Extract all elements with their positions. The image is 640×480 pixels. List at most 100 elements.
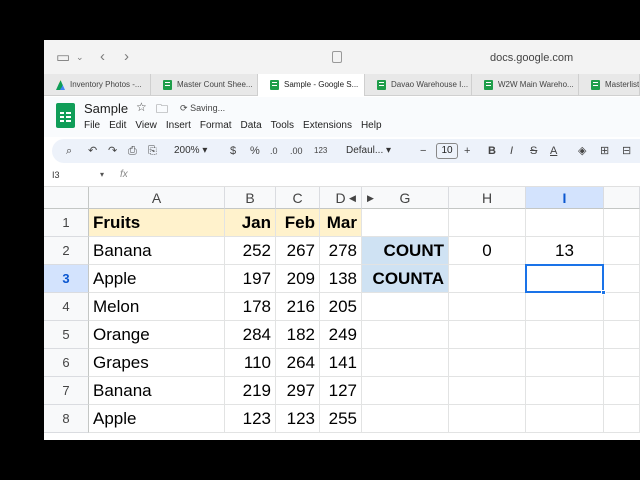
cell-b1[interactable]: Jan: [225, 209, 276, 237]
address-bar[interactable]: docs.google.com: [332, 48, 632, 68]
search-icon[interactable]: ⌕: [66, 143, 72, 159]
cell-a7[interactable]: Banana: [89, 377, 225, 405]
cell-i6[interactable]: [526, 349, 604, 377]
hidden-columns-right-icon[interactable]: ▶: [367, 193, 374, 204]
cell-a1[interactable]: Fruits: [89, 209, 225, 237]
cell-i2[interactable]: 13: [526, 237, 604, 265]
cell-c5[interactable]: 182: [276, 321, 320, 349]
cell-h1[interactable]: [449, 209, 526, 237]
forward-icon[interactable]: ›: [124, 48, 129, 65]
cell-filler[interactable]: [604, 377, 640, 405]
cell-i7[interactable]: [526, 377, 604, 405]
cell-d2[interactable]: 278: [320, 237, 362, 265]
cell-c7[interactable]: 297: [276, 377, 320, 405]
sheets-logo-icon[interactable]: [56, 103, 75, 128]
cell-g7[interactable]: [362, 377, 449, 405]
cell-d6[interactable]: 141: [320, 349, 362, 377]
chevron-down-icon[interactable]: ⌄: [76, 52, 84, 63]
font-select[interactable]: Defaul... ▾: [346, 143, 391, 159]
cell-g5[interactable]: [362, 321, 449, 349]
row-header-3[interactable]: 3: [44, 265, 89, 293]
decrease-decimal-button[interactable]: .0: [270, 143, 278, 159]
column-header-c[interactable]: C: [276, 187, 320, 209]
row-header-4[interactable]: 4: [44, 293, 89, 321]
column-header-h[interactable]: H: [449, 187, 526, 209]
fill-handle[interactable]: [601, 290, 606, 295]
percent-format-button[interactable]: %: [250, 143, 260, 159]
row-header-6[interactable]: 6: [44, 349, 89, 377]
cell-a2[interactable]: Banana: [89, 237, 225, 265]
cell-b7[interactable]: 219: [225, 377, 276, 405]
cell-h6[interactable]: [449, 349, 526, 377]
menu-data[interactable]: Data: [241, 119, 262, 133]
column-header-g[interactable]: G: [362, 187, 449, 209]
cell-b2[interactable]: 252: [225, 237, 276, 265]
cell-d3[interactable]: 138: [320, 265, 362, 293]
cell-i3[interactable]: [526, 265, 604, 293]
back-icon[interactable]: ‹: [100, 48, 105, 65]
cell-i4[interactable]: [526, 293, 604, 321]
cell-d5[interactable]: 249: [320, 321, 362, 349]
merge-cells-icon[interactable]: ⊟: [622, 143, 631, 159]
borders-icon[interactable]: ⊞: [600, 143, 609, 159]
menu-edit[interactable]: Edit: [109, 119, 126, 133]
cell-h3[interactable]: [449, 265, 526, 293]
sidebar-toggle-icon[interactable]: ▭: [56, 48, 70, 66]
tab-w2w-main-warehouse[interactable]: W2W Main Wareho...: [472, 74, 579, 96]
column-header-i[interactable]: I: [526, 187, 604, 209]
cell-filler[interactable]: [604, 405, 640, 433]
cell-c1[interactable]: Feb: [276, 209, 320, 237]
cell-i1[interactable]: [526, 209, 604, 237]
chevron-down-icon[interactable]: ▾: [100, 170, 104, 179]
cell-a8[interactable]: Apple: [89, 405, 225, 433]
cell-g4[interactable]: [362, 293, 449, 321]
redo-icon[interactable]: ↷: [108, 143, 117, 159]
tab-masterlist[interactable]: Masterlist: [579, 74, 640, 96]
cell-filler[interactable]: [604, 321, 640, 349]
increase-decimal-button[interactable]: .00: [290, 143, 303, 159]
cell-b4[interactable]: 178: [225, 293, 276, 321]
font-size-input[interactable]: 10: [436, 143, 458, 159]
cell-h2[interactable]: 0: [449, 237, 526, 265]
star-icon[interactable]: ☆: [136, 100, 147, 114]
cell-filler[interactable]: [604, 349, 640, 377]
print-icon[interactable]: ⎙: [128, 143, 137, 159]
move-folder-icon[interactable]: 🗀: [156, 100, 168, 121]
name-box[interactable]: I3: [52, 170, 60, 180]
row-header-1[interactable]: 1: [44, 209, 89, 237]
undo-icon[interactable]: ↶: [88, 143, 97, 159]
cell-d7[interactable]: 127: [320, 377, 362, 405]
cell-d1[interactable]: Mar: [320, 209, 362, 237]
menu-extensions[interactable]: Extensions: [303, 119, 352, 133]
cell-g3[interactable]: COUNTA: [362, 265, 449, 293]
text-color-icon[interactable]: A: [550, 143, 557, 159]
column-header-a[interactable]: A: [89, 187, 225, 209]
cell-a4[interactable]: Melon: [89, 293, 225, 321]
cell-d8[interactable]: 255: [320, 405, 362, 433]
paint-format-icon[interactable]: ⎘: [148, 143, 157, 159]
cell-filler[interactable]: [604, 293, 640, 321]
row-header-5[interactable]: 5: [44, 321, 89, 349]
cell-h7[interactable]: [449, 377, 526, 405]
number-format-button[interactable]: 123: [314, 143, 327, 159]
hidden-columns-left-icon[interactable]: ◀: [349, 193, 356, 204]
fill-color-icon[interactable]: ◈: [578, 143, 586, 159]
cell-h5[interactable]: [449, 321, 526, 349]
cell-d4[interactable]: 205: [320, 293, 362, 321]
currency-format-button[interactable]: $: [230, 143, 236, 159]
cell-filler[interactable]: [604, 265, 640, 293]
font-size-decrease-button[interactable]: −: [420, 143, 426, 159]
menu-format[interactable]: Format: [200, 119, 232, 133]
menu-insert[interactable]: Insert: [166, 119, 191, 133]
cell-c3[interactable]: 209: [276, 265, 320, 293]
cell-c6[interactable]: 264: [276, 349, 320, 377]
row-header-7[interactable]: 7: [44, 377, 89, 405]
column-header-b[interactable]: B: [225, 187, 276, 209]
bold-button[interactable]: B: [488, 143, 496, 159]
cell-a3[interactable]: Apple: [89, 265, 225, 293]
menu-help[interactable]: Help: [361, 119, 382, 133]
document-title[interactable]: Sample: [84, 101, 128, 116]
menu-file[interactable]: File: [84, 119, 100, 133]
tab-sample[interactable]: Sample - Google S...: [258, 74, 365, 96]
row-header-2[interactable]: 2: [44, 237, 89, 265]
